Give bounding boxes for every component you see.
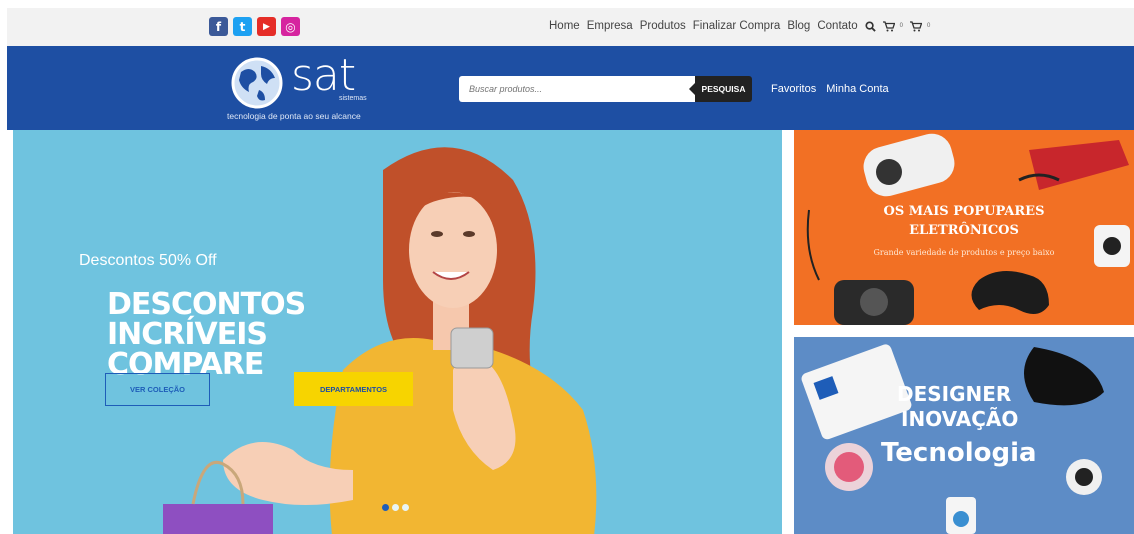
cart-count: 0 (926, 23, 931, 29)
instagram-icon[interactable]: ◎ (281, 17, 300, 36)
search-bar: PESQUISA (459, 76, 752, 102)
cart-count: 0 (899, 23, 903, 29)
hero-slider[interactable]: Descontos 50% Off DESCONTOS INCRÍVEIS CO… (13, 130, 782, 534)
security-devices-image (801, 344, 1104, 534)
logo-tagline: tecnologia de ponta ao seu alcance (227, 111, 361, 121)
logo-wordmark: sat (291, 50, 356, 101)
banner-caption: Grande variedade de produtos e preço bai… (873, 248, 1055, 257)
hero-title-line: DESCONTOS INCRÍVEIS (107, 287, 306, 352)
search-icon[interactable] (865, 20, 876, 32)
hero-subtitle: Descontos 50% Off (79, 252, 217, 269)
departments-button[interactable]: DEPARTAMENTOS (294, 372, 413, 406)
main-nav: Home Empresa Produtos Finalizar Compra B… (549, 20, 930, 32)
banner-title: ELETRÔNICOS (909, 223, 1019, 238)
search-button[interactable]: PESQUISA (689, 76, 752, 102)
page: f t ▶ ◎ Home Empresa Produtos Finalizar … (0, 0, 1134, 534)
slider-dot[interactable] (392, 504, 399, 511)
banner-title: OS MAIS POPUPARES (883, 204, 1045, 219)
nav-blog[interactable]: Blog (787, 20, 810, 32)
favorites-link[interactable]: Favoritos (771, 83, 816, 95)
cart-icon[interactable] (909, 20, 922, 32)
nav-finalizar-compra[interactable]: Finalizar Compra (693, 20, 781, 32)
promo-banner-security[interactable]: DESIGNER INOVAÇÃO Tecnologia (794, 337, 1134, 534)
nav-contato[interactable]: Contato (817, 20, 857, 32)
youtube-icon[interactable]: ▶ (257, 17, 276, 36)
nav-empresa[interactable]: Empresa (587, 20, 633, 32)
site-logo[interactable]: sat sistemas tecnologia de ponta ao seu … (227, 50, 377, 126)
social-links: f t ▶ ◎ (209, 17, 300, 36)
slider-dots (382, 504, 409, 511)
nav-home[interactable]: Home (549, 20, 580, 32)
view-collection-button[interactable]: VER COLEÇÃO (105, 373, 210, 406)
my-account-link[interactable]: Minha Conta (826, 83, 888, 95)
logo-subtitle: sistemas (339, 95, 367, 102)
globe-icon (231, 57, 283, 109)
twitter-icon[interactable]: t (233, 17, 252, 36)
promo-banner-electronics[interactable]: OS MAIS POPUPARES ELETRÔNICOS Grande var… (794, 130, 1134, 325)
account-links: Favoritos Minha Conta (771, 83, 889, 95)
nav-produtos[interactable]: Produtos (640, 20, 686, 32)
banner-title: Tecnologia (881, 438, 1037, 468)
slider-dot[interactable] (382, 504, 389, 511)
facebook-icon[interactable]: f (209, 17, 228, 36)
site-header: sat sistemas tecnologia de ponta ao seu … (7, 46, 1134, 130)
slider-dot[interactable] (402, 504, 409, 511)
top-bar: f t ▶ ◎ Home Empresa Produtos Finalizar … (7, 8, 1134, 46)
search-input[interactable] (459, 76, 695, 102)
hero-title: DESCONTOS INCRÍVEIS COMPARE (107, 290, 447, 380)
banner-title: DESIGNER (897, 382, 1012, 406)
banner-title: INOVAÇÃO (901, 407, 1019, 431)
cart-icon[interactable] (882, 20, 895, 32)
